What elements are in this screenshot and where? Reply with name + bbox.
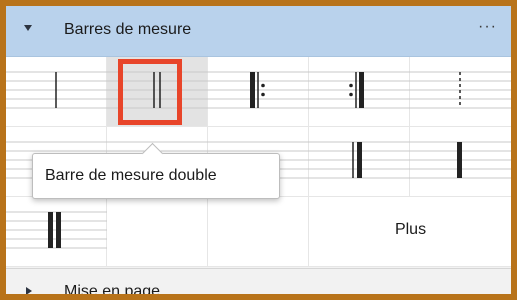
panel-header[interactable]: Barres de mesure ··· bbox=[6, 6, 511, 57]
more-barlines-label: Plus bbox=[394, 221, 427, 238]
palette-item-single-barline[interactable] bbox=[6, 57, 107, 127]
palette-item-dashed-barline[interactable] bbox=[410, 57, 511, 127]
selection-highlight bbox=[118, 59, 182, 125]
palette-empty-cell bbox=[107, 197, 208, 267]
more-horizontal-icon[interactable]: ··· bbox=[478, 18, 497, 36]
tooltip: Barre de mesure double bbox=[32, 142, 280, 199]
heavy-barline-icon bbox=[410, 141, 511, 179]
caret-right-icon[interactable] bbox=[26, 287, 32, 294]
palette-item-heavy-barline[interactable] bbox=[410, 127, 511, 197]
palette-item-end-repeat[interactable] bbox=[309, 57, 410, 127]
caret-down-icon[interactable] bbox=[24, 25, 32, 31]
final-barline-icon bbox=[309, 141, 410, 179]
tooltip-text: Barre de mesure double bbox=[45, 167, 217, 184]
dashed-barline-icon bbox=[410, 71, 511, 109]
palette-item-heavy-double-barline[interactable] bbox=[6, 197, 107, 267]
section-title: Mise en page bbox=[64, 283, 161, 296]
section-header-layout[interactable]: Mise en page bbox=[6, 268, 511, 296]
palette-item-final-barline[interactable] bbox=[309, 127, 410, 197]
start-repeat-barline-icon bbox=[208, 71, 309, 109]
single-barline-icon bbox=[6, 71, 107, 109]
more-barlines-button[interactable]: Plus bbox=[309, 197, 511, 267]
barlines-panel: Barres de mesure ··· Plus Mise en page B… bbox=[4, 4, 513, 296]
palette-item-start-repeat[interactable] bbox=[208, 57, 309, 127]
panel-title: Barres de mesure bbox=[64, 21, 192, 38]
heavy-double-barline-icon bbox=[6, 211, 107, 249]
palette-empty-cell bbox=[208, 197, 309, 267]
end-repeat-barline-icon bbox=[309, 71, 410, 109]
